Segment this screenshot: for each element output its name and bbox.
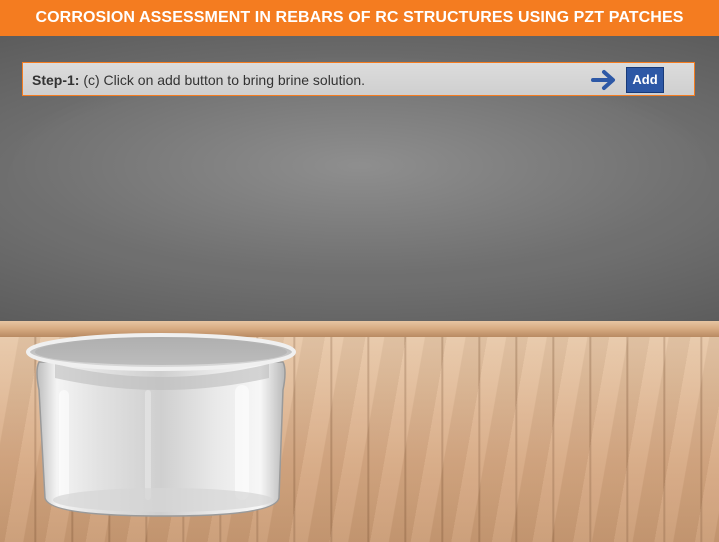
step-description: (c) Click on add button to bring brine s… — [79, 72, 366, 88]
page-title: CORROSION ASSESSMENT IN REBARS OF RC STR… — [0, 0, 719, 36]
add-button[interactable]: Add — [626, 67, 664, 93]
step-label: Step-1: — [32, 72, 80, 88]
arrow-right-icon — [591, 70, 615, 90]
instruction-panel: Step-1: (c) Click on add button to bring… — [22, 62, 695, 96]
glass-beaker[interactable] — [25, 330, 300, 525]
simulation-stage: CORROSION ASSESSMENT IN REBARS OF RC STR… — [0, 0, 719, 542]
instruction-text: Step-1: (c) Click on add button to bring… — [32, 63, 365, 97]
